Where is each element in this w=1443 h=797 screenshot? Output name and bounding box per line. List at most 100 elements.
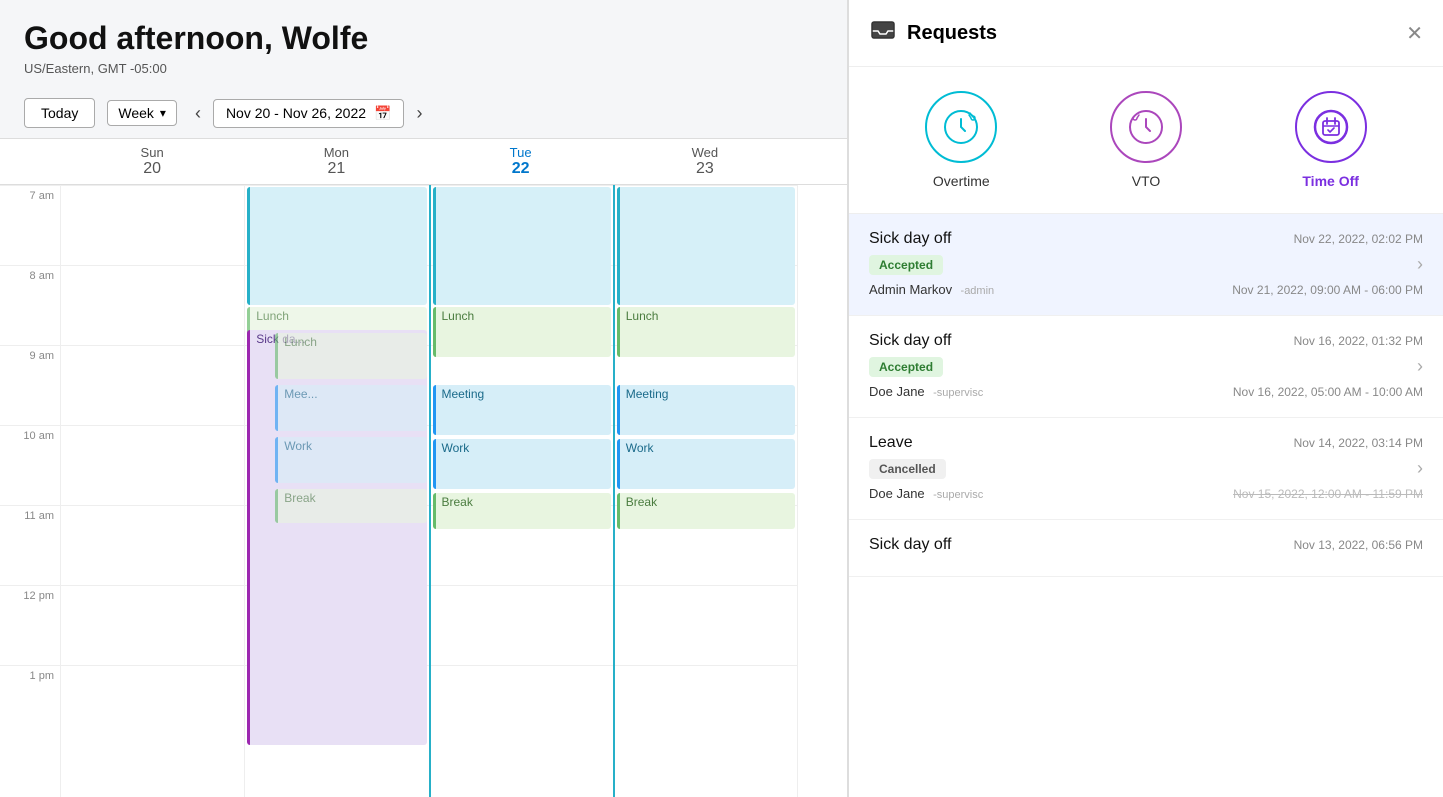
- vto-label: VTO: [1132, 173, 1161, 189]
- timeoff-type[interactable]: Time Off: [1295, 91, 1367, 189]
- day-column-tue: Lunch Meeting Work Break: [429, 185, 613, 797]
- shift-block-work-tue-top[interactable]: [433, 187, 611, 305]
- time-slot: 1 pm: [0, 665, 60, 745]
- request-role: -admin: [961, 285, 995, 297]
- request-date: Nov 22, 2022, 02:02 PM: [1294, 232, 1423, 246]
- request-type-name: Sick day off: [869, 536, 951, 554]
- day-column-mon: Lunch Sick da... Lunch Mee... Work Break: [244, 185, 428, 797]
- day-slot: [61, 585, 244, 665]
- requests-header: Requests ✕: [849, 0, 1443, 67]
- timeoff-circle: [1295, 91, 1367, 163]
- request-type-name: Sick day off: [869, 332, 951, 350]
- date-range: Nov 20 - Nov 26, 2022 📅: [213, 99, 405, 128]
- day-column-sun: [60, 185, 244, 797]
- request-time: Nov 16, 2022, 05:00 AM - 10:00 AM: [1233, 385, 1423, 399]
- close-button[interactable]: ✕: [1406, 21, 1423, 46]
- right-panel: Requests ✕ Overtime: [848, 0, 1443, 797]
- week-select[interactable]: Week ▾: [107, 100, 177, 126]
- day-slot: [61, 345, 244, 425]
- overtime-type[interactable]: Overtime: [925, 91, 997, 189]
- status-badge: Accepted: [869, 255, 943, 275]
- status-badge: Accepted: [869, 357, 943, 377]
- request-type-name: Sick day off: [869, 230, 951, 248]
- day-slot: [61, 185, 244, 265]
- day-headers: Sun 20 Mon 21 Tue 22 Wed 23: [0, 139, 847, 185]
- overtime-label: Overtime: [933, 173, 990, 189]
- week-label: Week: [118, 105, 154, 121]
- request-role: -supervisc: [933, 489, 983, 501]
- day-slot: [61, 665, 244, 745]
- left-panel: Good afternoon, Wolfe US/Eastern, GMT -0…: [0, 0, 848, 797]
- greeting-title: Good afternoon, Wolfe: [24, 20, 823, 57]
- request-types: Overtime VTO: [849, 67, 1443, 214]
- status-badge: Cancelled: [869, 459, 946, 479]
- time-slot: 9 am: [0, 345, 60, 425]
- shift-block-break-wed[interactable]: Break: [617, 493, 795, 529]
- shift-block-lunch-tue[interactable]: Lunch: [433, 307, 611, 357]
- today-button[interactable]: Today: [24, 98, 95, 128]
- day-slot: [61, 505, 244, 585]
- chevron-right-icon: ›: [1417, 356, 1423, 377]
- shift-block-meeting-wed[interactable]: Meeting: [617, 385, 795, 435]
- vto-circle: [1110, 91, 1182, 163]
- day-slot: [61, 265, 244, 345]
- requests-title: Requests: [907, 22, 997, 45]
- vto-type[interactable]: VTO: [1110, 91, 1182, 189]
- request-person: Admin Markov: [869, 282, 952, 297]
- request-time: Nov 15, 2022, 12:00 AM - 11:59 PM: [1233, 487, 1423, 501]
- request-item-2[interactable]: Sick day off Nov 16, 2022, 01:32 PM Acce…: [849, 316, 1443, 418]
- shift-block-work-wed-top[interactable]: [617, 187, 795, 305]
- prev-arrow-button[interactable]: ‹: [189, 101, 207, 126]
- time-slot: 8 am: [0, 265, 60, 345]
- time-slot: 10 am: [0, 425, 60, 505]
- chevron-right-icon: ›: [1417, 458, 1423, 479]
- request-time: Nov 21, 2022, 09:00 AM - 06:00 PM: [1232, 283, 1423, 297]
- overtime-circle: [925, 91, 997, 163]
- greeting-area: Good afternoon, Wolfe US/Eastern, GMT -0…: [0, 0, 847, 88]
- request-item-3[interactable]: Leave Nov 14, 2022, 03:14 PM Cancelled ›…: [849, 418, 1443, 520]
- shift-block-meeting-tue[interactable]: Meeting: [433, 385, 611, 435]
- shift-block-lunch-mon-2[interactable]: Lunch: [275, 333, 426, 379]
- next-arrow-button[interactable]: ›: [410, 101, 428, 126]
- shift-block-break-tue[interactable]: Break: [433, 493, 611, 529]
- date-nav: ‹ Nov 20 - Nov 26, 2022 📅 ›: [189, 99, 429, 128]
- time-slot: 12 pm: [0, 585, 60, 665]
- day-header-wed: Wed 23: [613, 139, 797, 184]
- day-header-mon: Mon 21: [244, 139, 428, 184]
- shift-block-meeting-mon[interactable]: Mee...: [275, 385, 426, 431]
- request-type-name: Leave: [869, 434, 913, 452]
- calendar-area: Sun 20 Mon 21 Tue 22 Wed 23 7 am 8 am: [0, 139, 847, 797]
- date-range-label: Nov 20 - Nov 26, 2022: [226, 105, 366, 121]
- shift-block-work-wed[interactable]: Work: [617, 439, 795, 489]
- day-header-tue: Tue 22: [429, 139, 613, 184]
- shift-block-work-mon[interactable]: [247, 187, 426, 305]
- shift-block-break-mon[interactable]: Break: [275, 489, 426, 523]
- request-item-4[interactable]: Sick day off Nov 13, 2022, 06:56 PM: [849, 520, 1443, 577]
- timeoff-label: Time Off: [1302, 173, 1359, 189]
- calendar-body: 7 am 8 am 9 am 10 am 11 am 12 pm 1 pm: [0, 185, 847, 797]
- chevron-right-icon: ›: [1417, 254, 1423, 275]
- timezone: US/Eastern, GMT -05:00: [24, 61, 823, 76]
- request-item-1[interactable]: Sick day off Nov 22, 2022, 02:02 PM Acce…: [849, 214, 1443, 316]
- day-column-wed: Lunch Meeting Work Break: [613, 185, 797, 797]
- requests-title-area: Requests: [869, 16, 997, 50]
- shift-block-work-mon-2[interactable]: Work: [275, 437, 426, 483]
- day-header-sun: Sun 20: [60, 139, 244, 184]
- request-role: -supervisc: [933, 387, 983, 399]
- request-date: Nov 14, 2022, 03:14 PM: [1294, 436, 1423, 450]
- requests-list: Sick day off Nov 22, 2022, 02:02 PM Acce…: [849, 214, 1443, 797]
- time-slot: 11 am: [0, 505, 60, 585]
- time-slot: 7 am: [0, 185, 60, 265]
- calendar-icon[interactable]: 📅: [374, 105, 391, 122]
- shift-block-lunch-wed[interactable]: Lunch: [617, 307, 795, 357]
- request-person: Doe Jane: [869, 384, 925, 399]
- inbox-icon: [869, 16, 897, 50]
- toolbar: Today Week ▾ ‹ Nov 20 - Nov 26, 2022 📅 ›: [0, 88, 847, 139]
- chevron-down-icon: ▾: [160, 106, 166, 120]
- time-labels: 7 am 8 am 9 am 10 am 11 am 12 pm 1 pm: [0, 185, 60, 797]
- shift-block-work-tue[interactable]: Work: [433, 439, 611, 489]
- request-date: Nov 16, 2022, 01:32 PM: [1294, 334, 1423, 348]
- day-slot: [61, 425, 244, 505]
- request-date: Nov 13, 2022, 06:56 PM: [1294, 538, 1423, 552]
- request-person: Doe Jane: [869, 486, 925, 501]
